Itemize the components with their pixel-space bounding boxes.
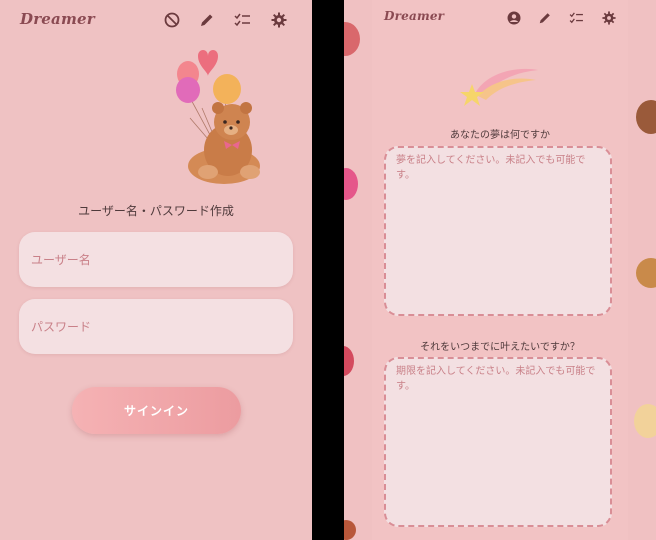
screen-divider [312, 0, 344, 540]
flower-decoration [344, 168, 358, 200]
pencil-icon[interactable] [538, 11, 552, 25]
macaron-decoration [636, 258, 656, 288]
nav-bar [164, 12, 287, 28]
signup-screen: Dreamer ユーザー名・パスワード作成 ユーザー名 サインイン [0, 0, 312, 540]
dream-input-screen: Dreamer あなたの夢は何ですか それをいつまでに叶えたいですか？ [344, 0, 656, 540]
gear-icon[interactable] [271, 12, 287, 28]
app-logo: Dreamer [384, 9, 445, 23]
deadline-textarea[interactable] [384, 357, 612, 527]
pencil-icon[interactable] [199, 12, 215, 28]
gear-icon[interactable] [602, 11, 616, 25]
no-entry-icon[interactable] [164, 12, 180, 28]
star-decoration [634, 404, 656, 438]
signin-button[interactable]: サインイン [72, 387, 241, 434]
nav-bar [507, 11, 616, 25]
checklist-icon[interactable] [234, 13, 251, 27]
macaron-decoration [344, 22, 360, 56]
teddy-bear-balloons-illustration [176, 50, 260, 184]
checklist-icon[interactable] [569, 12, 584, 24]
page-title: ユーザー名・パスワード作成 [78, 204, 234, 218]
deadline-question-label: それをいつまでに叶えたいですか？ [420, 342, 580, 353]
dream-question-label: あなたの夢は何ですか [450, 130, 550, 141]
username-input[interactable] [19, 232, 293, 287]
app-logo: Dreamer [20, 10, 95, 28]
password-input[interactable] [19, 299, 293, 354]
dream-textarea[interactable] [384, 146, 612, 316]
shooting-star-illustration [460, 68, 538, 106]
leaf-decoration [344, 520, 356, 540]
account-icon[interactable] [507, 11, 521, 25]
